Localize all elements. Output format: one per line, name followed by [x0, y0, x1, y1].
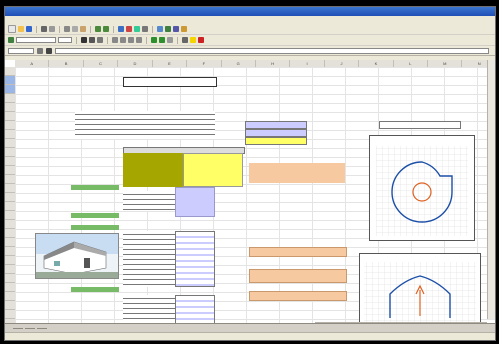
menu-bar — [5, 16, 495, 24]
title-bar — [5, 7, 495, 16]
column-header[interactable]: H — [256, 60, 291, 67]
plan-view-chart[interactable] — [369, 135, 475, 241]
navigator-icon[interactable] — [165, 26, 171, 32]
italic-icon[interactable] — [89, 37, 95, 43]
new-icon[interactable] — [8, 25, 16, 33]
column-header[interactable]: D — [118, 60, 153, 67]
section-label-green[interactable] — [71, 185, 119, 190]
bold-icon[interactable] — [81, 37, 87, 43]
sheet-grid: A B C D E F G H I J K L M N — [5, 60, 495, 329]
column-header[interactable]: I — [290, 60, 325, 67]
sheet-tab-3[interactable] — [37, 327, 47, 329]
input-cells-lower[interactable] — [175, 231, 215, 287]
column-header[interactable]: B — [49, 60, 84, 67]
section-view-chart[interactable] — [359, 253, 481, 329]
border-icon[interactable] — [182, 37, 188, 43]
column-header[interactable]: K — [359, 60, 394, 67]
cut-icon[interactable] — [64, 26, 70, 32]
column-header[interactable]: A — [15, 60, 50, 67]
section-label-green[interactable] — [71, 287, 119, 292]
formula-bar — [5, 46, 495, 56]
column-header[interactable]: L — [394, 60, 429, 67]
styles-icon[interactable] — [8, 37, 14, 43]
gallery-icon[interactable] — [173, 26, 179, 32]
note-peach-3[interactable] — [249, 269, 347, 283]
section-label-green[interactable] — [71, 213, 119, 218]
sheet-tab-1[interactable] — [13, 327, 23, 329]
input-cells-bottom[interactable] — [175, 295, 215, 325]
note-peach-2[interactable] — [249, 247, 347, 257]
align-center-icon[interactable] — [120, 37, 126, 43]
intro-paragraph[interactable] — [75, 111, 215, 139]
sort-icon[interactable] — [126, 26, 132, 32]
note-peach-1[interactable] — [249, 163, 345, 183]
undo-icon[interactable] — [95, 26, 101, 32]
label-column-bottom[interactable] — [123, 295, 175, 325]
cell-area[interactable] — [15, 67, 495, 329]
section-label-green[interactable] — [71, 225, 119, 230]
column-header[interactable]: E — [153, 60, 188, 67]
formatting-toolbar — [5, 35, 495, 46]
chart-title-cell[interactable] — [379, 121, 461, 129]
decimal-icon[interactable] — [167, 37, 173, 43]
vertical-scrollbar[interactable] — [487, 60, 495, 319]
label-column[interactable] — [123, 191, 175, 211]
align-left-icon[interactable] — [112, 37, 118, 43]
underline-icon[interactable] — [97, 37, 103, 43]
open-icon[interactable] — [18, 26, 24, 32]
align-right-icon[interactable] — [128, 37, 134, 43]
fill-color-icon[interactable] — [190, 37, 196, 43]
copy-icon[interactable] — [72, 26, 78, 32]
sheet-tab-2[interactable] — [25, 327, 35, 329]
olive-label-block[interactable] — [123, 153, 183, 187]
input-cells-lavender[interactable] — [175, 187, 215, 217]
currency-icon[interactable] — [151, 37, 157, 43]
sheet-tabs — [5, 323, 495, 332]
label-column-lower[interactable] — [123, 231, 175, 287]
standard-toolbar — [5, 24, 495, 35]
redo-icon[interactable] — [103, 26, 109, 32]
status-bar — [5, 332, 495, 340]
sum-icon[interactable] — [46, 47, 52, 54]
font-color-icon[interactable] — [198, 37, 204, 43]
name-box[interactable] — [8, 47, 34, 54]
hyperlink-icon[interactable] — [118, 26, 124, 32]
info-box-yellow[interactable] — [245, 137, 307, 145]
sheet-title-cell[interactable] — [123, 77, 217, 87]
column-header[interactable]: J — [325, 60, 360, 67]
spreadsheet-window: A B C D E F G H I J K L M N — [4, 6, 496, 341]
column-header[interactable]: C — [84, 60, 119, 67]
paste-icon[interactable] — [80, 26, 86, 32]
chart-icon[interactable] — [134, 26, 140, 32]
save-icon[interactable] — [26, 26, 32, 32]
preview-icon[interactable] — [49, 26, 55, 32]
zoom-icon[interactable] — [157, 26, 163, 32]
justify-icon[interactable] — [136, 37, 142, 43]
font-size-combo[interactable] — [58, 37, 72, 43]
column-header[interactable]: G — [222, 60, 256, 67]
column-header[interactable]: M — [428, 60, 463, 67]
yellow-value-block[interactable] — [183, 153, 243, 187]
help-icon[interactable] — [181, 26, 187, 32]
font-name-combo[interactable] — [16, 37, 56, 43]
info-box-lavender[interactable] — [245, 129, 307, 137]
formula-input[interactable] — [55, 47, 489, 54]
note-peach-4[interactable] — [249, 291, 347, 301]
draw-icon[interactable] — [142, 26, 148, 32]
column-header[interactable]: F — [187, 60, 222, 67]
print-icon[interactable] — [41, 26, 47, 32]
percent-icon[interactable] — [159, 37, 165, 43]
info-box-lavender[interactable] — [245, 121, 307, 129]
function-wizard-icon[interactable] — [37, 47, 43, 54]
house-image — [35, 233, 119, 279]
